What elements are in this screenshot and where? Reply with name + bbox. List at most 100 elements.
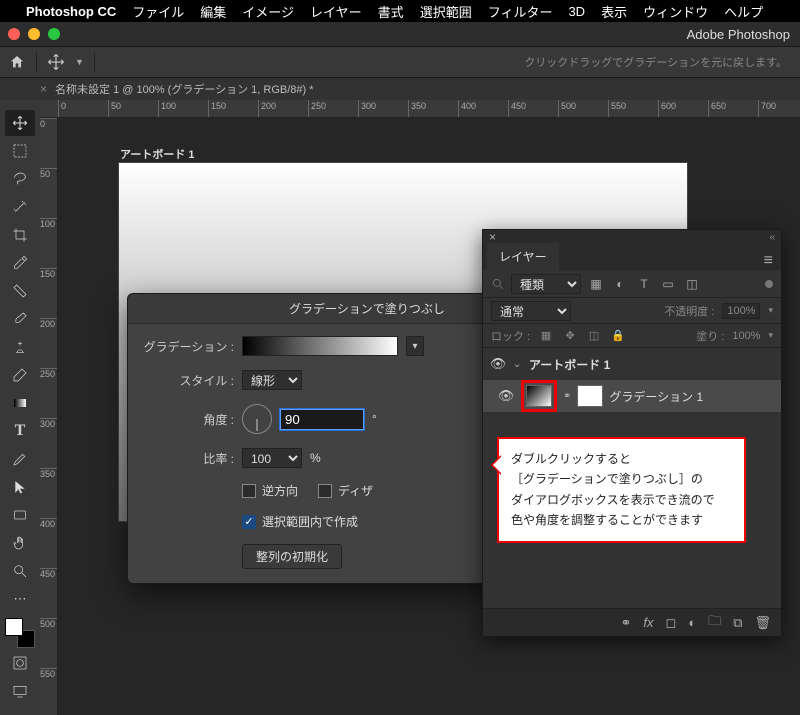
horizontal-ruler[interactable]: 0501001502002503003504004505005506006507…	[40, 100, 800, 118]
ruler-tick: 150	[40, 268, 58, 279]
eyedropper-tool[interactable]	[5, 250, 35, 276]
menu-layer[interactable]: レイヤー	[310, 2, 362, 21]
panel-menu-icon[interactable]: ≡	[756, 252, 781, 270]
layer-name[interactable]: グラデーション 1	[609, 388, 703, 405]
minimize-window-button[interactable]	[28, 28, 40, 40]
vertical-ruler[interactable]: 050100150200250300350400450500550600	[40, 118, 58, 715]
options-bar: ▼ クリックドラッグでグラデーションを元に戻します。	[0, 46, 800, 78]
layer-mask-thumbnail[interactable]	[577, 385, 603, 407]
filter-smart-icon[interactable]: ◫	[683, 275, 701, 293]
menu-type[interactable]: 書式	[378, 2, 404, 21]
move-tool[interactable]	[5, 110, 35, 136]
gradient-preview[interactable]	[242, 336, 398, 356]
zoom-tool[interactable]	[5, 558, 35, 584]
filter-toggle[interactable]	[765, 280, 773, 288]
home-icon[interactable]	[8, 54, 26, 70]
layer-name[interactable]: アートボード 1	[529, 356, 610, 373]
angle-input[interactable]	[280, 409, 364, 430]
artboard-label[interactable]: アートボード 1	[120, 146, 195, 162]
gradient-tool[interactable]	[5, 390, 35, 416]
blend-mode-select[interactable]: 通常	[491, 301, 571, 321]
new-layer-icon[interactable]: ⧉	[733, 615, 742, 631]
filter-kind-select[interactable]: 種類	[511, 274, 581, 294]
menu-file[interactable]: ファイル	[132, 2, 184, 21]
dither-checkbox[interactable]	[318, 484, 332, 498]
style-label: スタイル :	[142, 372, 234, 389]
visibility-eye-icon[interactable]: 👁	[489, 356, 507, 372]
magic-wand-tool[interactable]	[5, 194, 35, 220]
move-tool-icon[interactable]	[47, 53, 65, 71]
filter-type-icon[interactable]: T	[635, 275, 653, 293]
crop-tool[interactable]	[5, 222, 35, 248]
reverse-checkbox[interactable]	[242, 484, 256, 498]
layer-style-icon[interactable]: fx	[643, 615, 653, 630]
foreground-color-swatch[interactable]	[5, 618, 23, 636]
align-checkbox[interactable]: ✓	[242, 515, 256, 529]
panel-drag-bar[interactable]: × «	[483, 230, 781, 244]
path-selection-tool[interactable]	[5, 474, 35, 500]
lock-artboard-icon[interactable]: ◫	[586, 329, 602, 342]
eraser-tool[interactable]	[5, 362, 35, 388]
style-select[interactable]: 線形	[242, 370, 302, 390]
close-tab-icon[interactable]: ×	[40, 82, 47, 96]
screen-mode-icon[interactable]	[5, 678, 35, 704]
angle-label: 角度 :	[142, 411, 234, 428]
new-group-icon[interactable]: 🗀	[708, 612, 721, 634]
dither-label: ディザ	[338, 482, 373, 499]
fill-dropdown-icon[interactable]: ▾	[768, 330, 773, 341]
link-layers-icon[interactable]: ⚭	[620, 615, 631, 631]
gradient-picker-dropdown-icon[interactable]: ▾	[406, 336, 424, 356]
brush-tool[interactable]	[5, 306, 35, 332]
delete-layer-icon[interactable]: 🗑	[754, 615, 771, 631]
link-icon[interactable]: ⚭	[563, 391, 571, 402]
scale-select[interactable]: 100	[242, 448, 302, 468]
menu-help[interactable]: ヘルプ	[724, 2, 763, 21]
color-swatches[interactable]	[5, 618, 35, 648]
new-adjustment-icon[interactable]: ◐	[688, 615, 696, 630]
layer-row-gradient[interactable]: 👁 ⚭ グラデーション 1	[483, 380, 781, 412]
fill-value[interactable]: 100%	[732, 330, 760, 342]
filter-shape-icon[interactable]: ▭	[659, 275, 677, 293]
clone-stamp-tool[interactable]	[5, 334, 35, 360]
menu-view[interactable]: 表示	[601, 2, 627, 21]
pen-tool[interactable]	[5, 446, 35, 472]
disclosure-icon[interactable]: ⌄	[513, 359, 523, 370]
menu-3d[interactable]: 3D	[568, 4, 585, 19]
healing-brush-tool[interactable]	[5, 278, 35, 304]
layers-tab[interactable]: レイヤー	[487, 243, 559, 270]
tool-preset-dropdown-icon[interactable]: ▼	[75, 57, 84, 67]
layer-row-artboard[interactable]: 👁 ⌄ アートボード 1	[483, 348, 781, 380]
type-tool[interactable]: T	[5, 418, 35, 444]
app-menu[interactable]: Photoshop CC	[26, 4, 116, 19]
panel-collapse-icon[interactable]: «	[769, 232, 775, 243]
lock-all-icon[interactable]: 🔒	[610, 329, 626, 342]
edit-toolbar-icon[interactable]: ⋯	[5, 586, 35, 612]
lock-position-icon[interactable]: ✥	[562, 329, 578, 342]
reset-alignment-button[interactable]: 整列の初期化	[242, 544, 342, 569]
lasso-tool[interactable]	[5, 166, 35, 192]
zoom-window-button[interactable]	[48, 28, 60, 40]
close-window-button[interactable]	[8, 28, 20, 40]
menu-select[interactable]: 選択範囲	[420, 2, 472, 21]
menu-edit[interactable]: 編集	[200, 2, 226, 21]
filter-adjustment-icon[interactable]: ◐	[611, 275, 629, 293]
add-mask-icon[interactable]: ◻	[666, 615, 677, 631]
hand-tool[interactable]	[5, 530, 35, 556]
rectangle-tool[interactable]	[5, 502, 35, 528]
opacity-dropdown-icon[interactable]: ▾	[768, 305, 773, 316]
visibility-eye-icon[interactable]: 👁	[497, 388, 515, 404]
opacity-value[interactable]: 100%	[722, 303, 760, 319]
ruler-tick: 400	[458, 100, 476, 118]
menu-image[interactable]: イメージ	[242, 2, 294, 21]
filter-pixel-icon[interactable]: ▦	[587, 275, 605, 293]
angle-dial[interactable]	[242, 404, 272, 434]
menu-filter[interactable]: フィルター	[488, 2, 553, 21]
quick-mask-icon[interactable]	[5, 650, 35, 676]
menu-window[interactable]: ウィンドウ	[643, 2, 708, 21]
document-tab[interactable]: × 名称未設定 1 @ 100% (グラデーション 1, RGB/8#) *	[40, 81, 314, 97]
lock-pixels-icon[interactable]: ▦	[538, 329, 554, 342]
marquee-tool[interactable]	[5, 138, 35, 164]
layer-thumbnail[interactable]	[526, 385, 552, 407]
search-icon[interactable]	[491, 277, 505, 291]
panel-close-icon[interactable]: ×	[489, 230, 496, 244]
